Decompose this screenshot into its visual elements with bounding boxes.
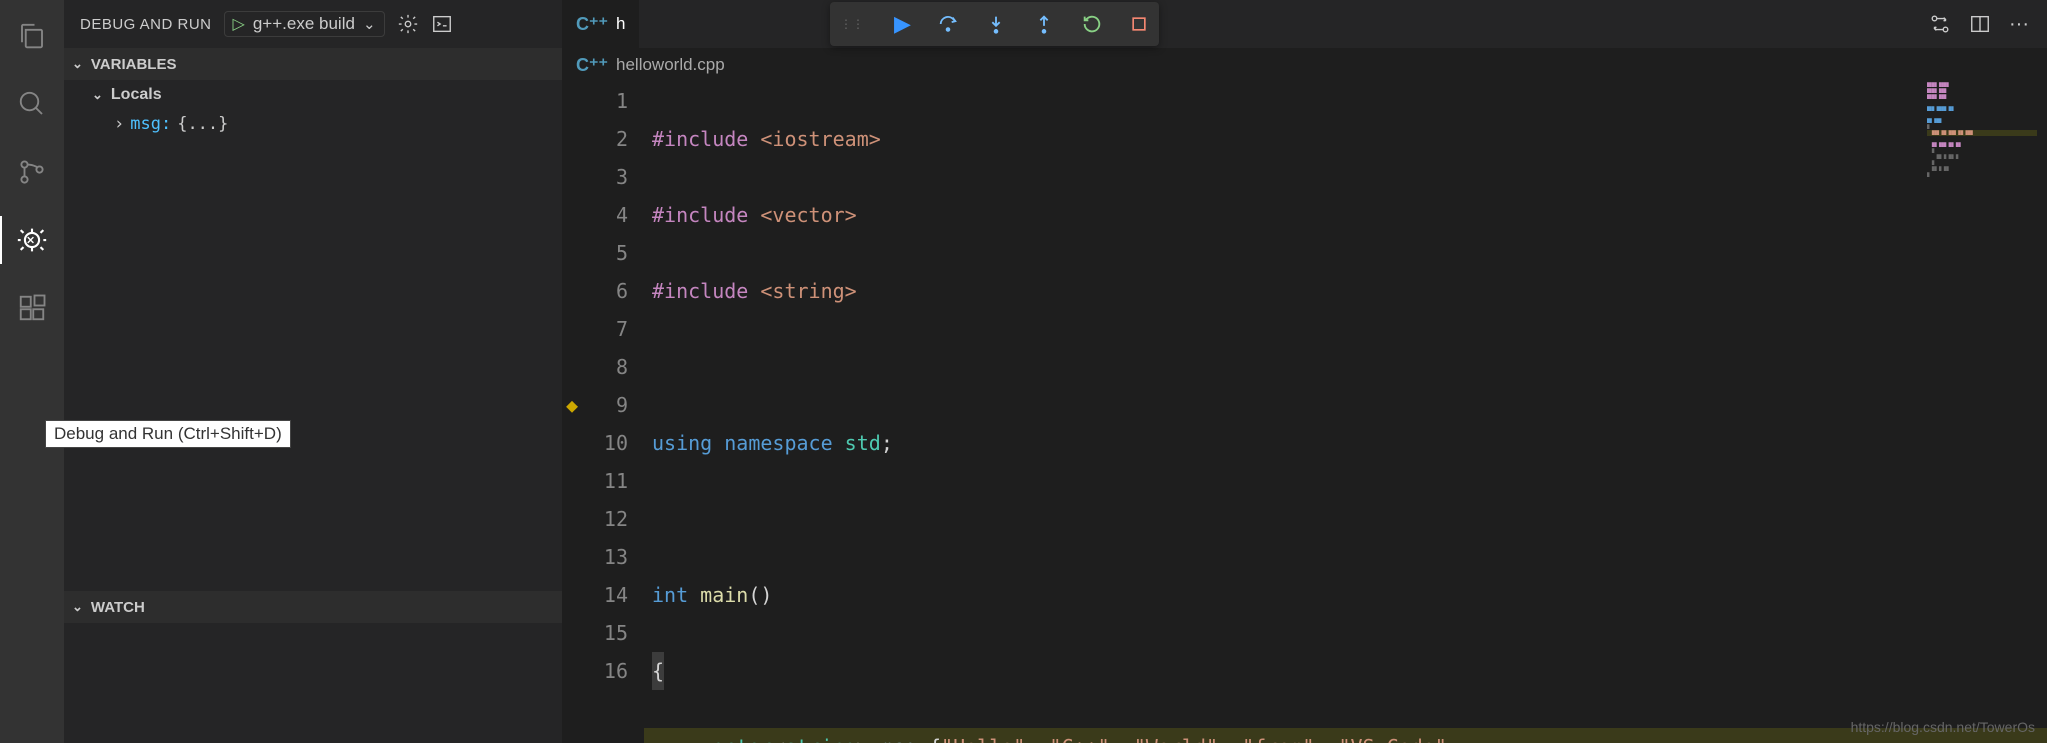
continue-button[interactable]: ▶ xyxy=(894,11,911,37)
watermark: https://blog.csdn.net/TowerOs xyxy=(1851,719,2035,735)
tab-title: h xyxy=(616,14,625,34)
variable-name: msg: xyxy=(130,114,171,134)
line-numbers: 1 2 3 4 5 6 7 8 9 10 11 12 13 14 15 16 xyxy=(592,82,644,743)
watch-label: WATCH xyxy=(91,599,145,616)
split-editor-icon[interactable] xyxy=(1969,13,1991,36)
chevron-down-icon: ⌄ xyxy=(92,87,103,103)
run-debug-icon[interactable] xyxy=(0,216,64,264)
start-debug-icon[interactable]: ▷ xyxy=(233,14,245,34)
editor-tab[interactable]: C⁺⁺ h xyxy=(562,0,640,48)
code-content[interactable]: #include <iostream> #include <vector> #i… xyxy=(644,82,2047,743)
extensions-icon[interactable] xyxy=(0,284,64,332)
chevron-down-icon: ⌄ xyxy=(363,15,376,33)
watch-section-header[interactable]: ⌄ WATCH xyxy=(64,591,562,623)
code-editor[interactable]: ◆ 1 2 3 4 5 6 7 8 9 10 11 12 13 14 15 16… xyxy=(562,82,2047,743)
chevron-right-icon: › xyxy=(114,114,124,134)
compare-changes-icon[interactable] xyxy=(1929,13,1951,36)
config-name: g++.exe build xyxy=(253,14,355,34)
breadcrumb-file: helloworld.cpp xyxy=(616,55,725,75)
more-actions-icon[interactable]: ··· xyxy=(2009,13,2029,36)
stop-button[interactable] xyxy=(1129,14,1149,34)
run-config-selector[interactable]: ▷ g++.exe build ⌄ xyxy=(224,11,385,37)
source-control-icon[interactable] xyxy=(0,148,64,196)
gear-icon[interactable] xyxy=(397,13,419,35)
locals-label: Locals xyxy=(111,86,162,104)
debug-toolbar: ⋮⋮ ▶ xyxy=(830,2,1159,46)
variables-section-header[interactable]: ⌄ VARIABLES xyxy=(64,48,562,80)
debug-sidebar: DEBUG AND RUN ▷ g++.exe build ⌄ ⌄ VARIAB… xyxy=(64,0,562,743)
activity-bar xyxy=(0,0,64,743)
variable-row[interactable]: › msg: {...} xyxy=(64,110,562,138)
cpp-file-icon: C⁺⁺ xyxy=(576,14,608,35)
run-header: DEBUG AND RUN ▷ g++.exe build ⌄ xyxy=(64,0,562,48)
debug-console-icon[interactable] xyxy=(431,13,453,35)
chevron-down-icon: ⌄ xyxy=(72,56,83,72)
step-out-button[interactable] xyxy=(1033,13,1055,35)
variable-value: {...} xyxy=(177,114,228,134)
editor-tabs: C⁺⁺ h ··· xyxy=(562,0,2047,48)
step-into-button[interactable] xyxy=(985,13,1007,35)
step-over-button[interactable] xyxy=(937,13,959,35)
cpp-file-icon: C⁺⁺ xyxy=(576,55,608,76)
editor-area: C⁺⁺ h ··· C⁺⁺ helloworld.cpp ◆ 1 2 3 4 5… xyxy=(562,0,2047,743)
activity-tooltip: Debug and Run (Ctrl+Shift+D) xyxy=(45,420,291,448)
explorer-icon[interactable] xyxy=(0,12,64,60)
locals-scope[interactable]: ⌄ Locals xyxy=(64,80,562,110)
run-title: DEBUG AND RUN xyxy=(80,16,212,33)
search-icon[interactable] xyxy=(0,80,64,128)
current-line-indicator-icon: ◆ xyxy=(566,386,578,424)
minimap[interactable]: ████ ████ ████ ███ ████ ███ ███ ████ ██ … xyxy=(1927,82,2037,222)
variables-label: VARIABLES xyxy=(91,56,177,73)
glyph-margin: ◆ xyxy=(562,82,592,743)
breadcrumb[interactable]: C⁺⁺ helloworld.cpp xyxy=(562,48,2047,82)
restart-button[interactable] xyxy=(1081,13,1103,35)
chevron-down-icon: ⌄ xyxy=(72,599,83,615)
drag-handle-icon[interactable]: ⋮⋮ xyxy=(840,17,864,31)
